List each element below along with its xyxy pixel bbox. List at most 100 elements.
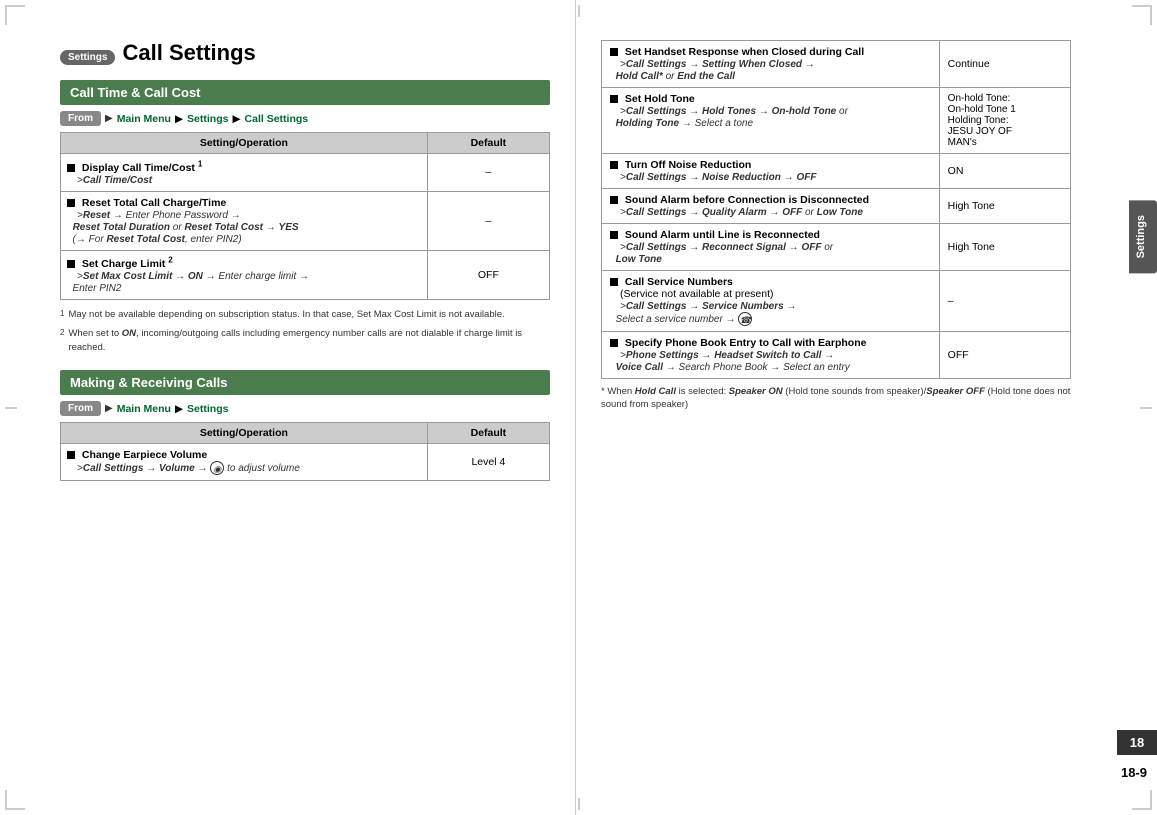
row3-operation: Set Charge Limit 2 >Set Max Cost Limit →… [61,250,428,300]
nav-arrow-1: ▶ [105,113,113,124]
nav-main-menu-2[interactable]: Main Menu [117,403,171,415]
right-row5-path: >Call Settings → Reconnect Signal → OFF … [610,242,833,265]
table-row: Display Call Time/Cost 1 >Call Time/Cost… [61,154,550,192]
table2-header-default: Default [427,423,549,444]
footnote-1: 1 May not be available depending on subs… [60,308,550,324]
right-row1-path: >Call Settings → Setting When Closed → H… [610,59,815,82]
table-call-time: Setting/Operation Default Display Call T… [60,132,550,300]
right-row1-op: Set Handset Response when Closed during … [602,41,940,88]
row3-default: OFF [427,250,549,300]
right-bullet-7 [610,339,618,347]
from-bar-2: From ▶ Main Menu ▶ Settings [60,401,550,416]
table-row: Set Handset Response when Closed during … [602,41,1071,88]
row3-name: Set Charge Limit 2 [82,258,173,270]
table-row: Sound Alarm before Connection is Disconn… [602,189,1071,224]
right-row5-op: Sound Alarm until Line is Reconnected >C… [602,224,940,271]
row1-path: >Call Time/Cost [67,175,152,186]
right-bullet-5 [610,231,618,239]
from-bar-1: From ▶ Main Menu ▶ Settings ▶ Call Setti… [60,111,550,126]
row2-operation: Reset Total Call Charge/Time >Reset → En… [61,191,428,250]
right-bullet-2 [610,95,618,103]
table-row: Set Hold Tone >Call Settings → Hold Tone… [602,88,1071,154]
right-row5-default: High Tone [939,224,1070,271]
right-bullet-3 [610,161,618,169]
bullet-4 [67,451,75,459]
bullet-3 [67,260,75,268]
table-right: Set Handset Response when Closed during … [601,40,1071,379]
settings-badge: Settings [60,50,115,65]
right-row2-name: Set Hold Tone [625,93,695,105]
right-row4-path: >Call Settings → Quality Alarm → OFF or … [610,207,863,218]
row1-operation: Display Call Time/Cost 1 >Call Time/Cost [61,154,428,192]
row4-default: Level 4 [427,444,549,481]
nav-sep-3: ▶ [175,403,183,415]
row4-name: Change Earpiece Volume [82,449,207,461]
bullet-2 [67,199,75,207]
nav-main-menu-1[interactable]: Main Menu [117,113,171,125]
row3-path: >Set Max Cost Limit → ON → Enter charge … [67,271,309,294]
nav-sep-1: ▶ [175,113,183,125]
section-call-time: Call Time & Call Cost [60,80,550,105]
row1-default: – [427,154,549,192]
footnote-1-num: 1 [60,308,64,324]
footnote-2-num: 2 [60,327,64,354]
bullet-1 [67,164,75,172]
right-row1-default: Continue [939,41,1070,88]
row2-default: – [427,191,549,250]
right-row7-name: Specify Phone Book Entry to Call with Ea… [625,337,867,349]
nav-settings-1[interactable]: Settings [187,113,228,125]
right-row6-default: – [939,271,1070,332]
from-label-2: From [60,401,101,416]
row2-name: Reset Total Call Charge/Time [82,197,226,209]
column-divider [575,0,576,815]
row4-operation: Change Earpiece Volume >Call Settings → … [61,444,428,481]
right-row2-path: >Call Settings → Hold Tones → On-hold To… [610,106,848,129]
table-row: Change Earpiece Volume >Call Settings → … [61,444,550,481]
nav-sep-2: ▶ [232,113,240,125]
right-row6-path: >Call Settings → Service Numbers → Selec… [610,301,796,325]
footnote-2-text: When set to ON, incoming/outgoing calls … [68,327,550,354]
nav-arrow-2: ▶ [105,403,113,414]
footnote-2: 2 When set to ON, incoming/outgoing call… [60,327,550,354]
right-row6-op: Call Service Numbers (Service not availa… [602,271,940,332]
nav-settings-2[interactable]: Settings [187,403,228,415]
nav-call-settings-1[interactable]: Call Settings [245,113,309,125]
row2-path: >Reset → Enter Phone Password → Reset To… [67,210,299,245]
right-row3-path: >Call Settings → Noise Reduction → OFF [610,172,816,183]
right-bullet-4 [610,196,618,204]
right-row7-path: >Phone Settings → Headset Switch to Call… [610,350,850,373]
row4-path: >Call Settings → Volume → ◉ to adjust vo… [67,463,300,474]
right-row4-op: Sound Alarm before Connection is Disconn… [602,189,940,224]
table-row: Reset Total Call Charge/Time >Reset → En… [61,191,550,250]
left-column: Settings Call Settings Call Time & Call … [0,0,570,815]
section-making-calls: Making & Receiving Calls [60,370,550,395]
table-making-calls: Setting/Operation Default Change Earpiec… [60,422,550,481]
right-row7-op: Specify Phone Book Entry to Call with Ea… [602,332,940,379]
table-row: Sound Alarm until Line is Reconnected >C… [602,224,1071,271]
table2-header-setting: Setting/Operation [61,423,428,444]
table1-header-default: Default [427,133,549,154]
right-row1-name: Set Handset Response when Closed during … [625,46,864,58]
page-number-text: 18-9 [1121,765,1147,780]
right-bullet-6 [610,278,618,286]
page-number-box: 18 [1117,730,1157,755]
table-row: Set Charge Limit 2 >Set Max Cost Limit →… [61,250,550,300]
right-row3-op: Turn Off Noise Reduction >Call Settings … [602,154,940,189]
page-title: Call Settings [123,40,256,65]
from-label-1: From [60,111,101,126]
right-row4-name: Sound Alarm before Connection is Disconn… [625,194,869,206]
row1-name: Display Call Time/Cost 1 [82,162,202,174]
footnotes-section: 1 May not be available depending on subs… [60,308,550,354]
right-row5-name: Sound Alarm until Line is Reconnected [625,229,820,241]
right-footnote: * When Hold Call is selected: Speaker ON… [601,385,1071,412]
table-row: Call Service Numbers (Service not availa… [602,271,1071,332]
right-row3-name: Turn Off Noise Reduction [625,159,751,171]
table-row: Turn Off Noise Reduction >Call Settings … [602,154,1071,189]
right-column: Set Handset Response when Closed during … [581,0,1091,815]
right-row6-sub: (Service not available at present) [610,288,774,300]
table-row: Specify Phone Book Entry to Call with Ea… [602,332,1071,379]
sidebar-tab: Settings [1129,200,1157,273]
right-row2-op: Set Hold Tone >Call Settings → Hold Tone… [602,88,940,154]
right-row2-default: On-hold Tone:On-hold Tone 1Holding Tone:… [939,88,1070,154]
right-row7-default: OFF [939,332,1070,379]
